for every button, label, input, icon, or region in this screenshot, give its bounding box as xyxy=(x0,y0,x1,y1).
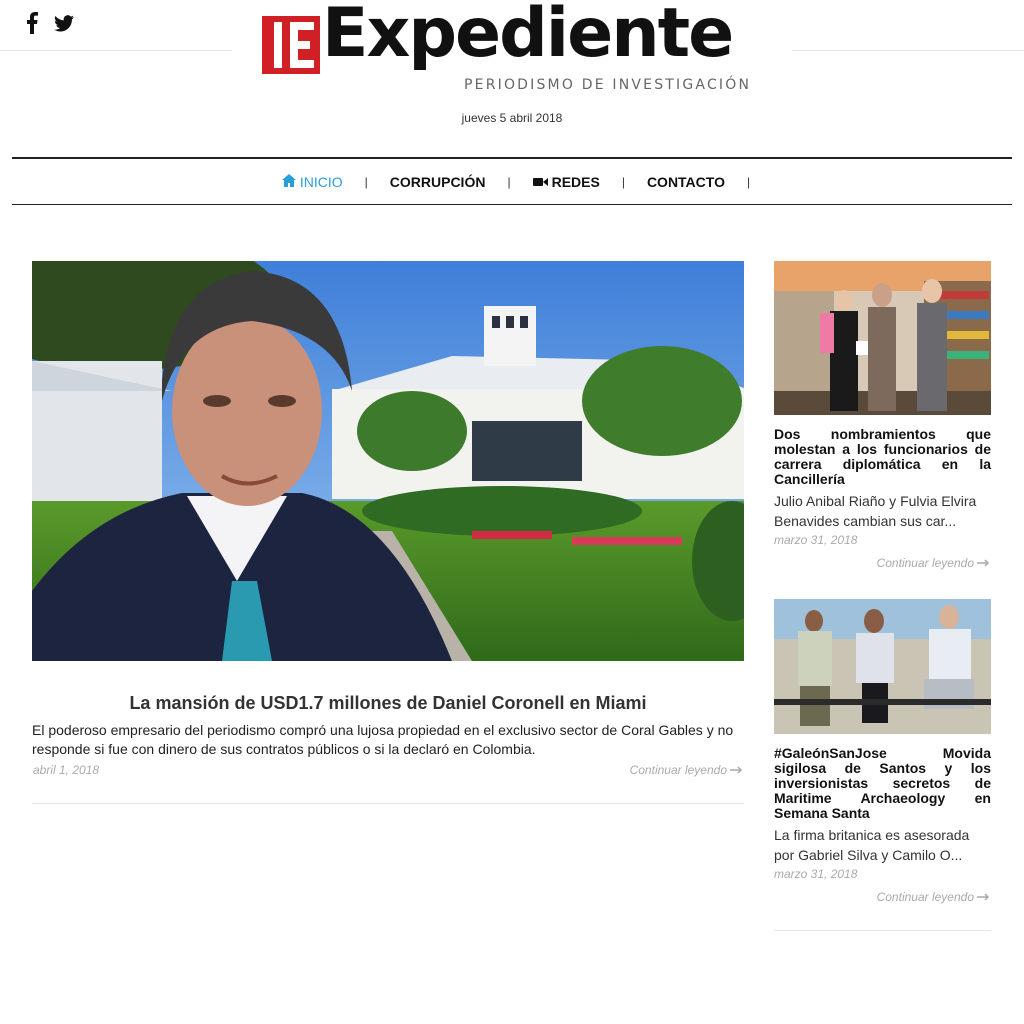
main-article-date: abril 1, 2018 xyxy=(33,763,100,777)
read-more-label: Continuar leyendo xyxy=(876,890,974,904)
sidebar-article-excerpt: La firma britanica es asesorada por Gabr… xyxy=(774,827,970,863)
nav-separator: | xyxy=(746,174,751,189)
nav-item-corrupcion[interactable]: CORRUPCIÓN xyxy=(390,174,486,190)
read-more-label: Continuar leyendo xyxy=(629,763,727,777)
nav-label: REDES xyxy=(551,173,600,190)
sidebar-article-date: marzo 31, 2018 xyxy=(774,533,858,547)
nav-label: CONTACTO xyxy=(646,173,725,190)
nav-separator: | xyxy=(621,174,625,189)
main-article-title[interactable]: La mansión de USD1.7 millones de Daniel … xyxy=(32,693,744,714)
sidebar-article-read-more[interactable]: Continuar leyendo xyxy=(877,890,991,904)
nav-label: INICIO xyxy=(299,173,343,190)
main-article-image[interactable] xyxy=(32,261,744,661)
nav-item-inicio[interactable]: INICIO xyxy=(281,173,343,190)
facebook-icon[interactable] xyxy=(22,12,42,34)
site-logo[interactable]: Expediente PERIODISMO DE INVESTIGACIÓN xyxy=(262,0,766,95)
sidebar-article-title[interactable]: #GaleónSanJose Movida sigilosa de Santos… xyxy=(774,746,991,821)
sidebar-article-date: marzo 31, 2018 xyxy=(774,867,858,881)
video-camera-icon xyxy=(532,174,548,190)
sidebar-article-image[interactable] xyxy=(774,261,991,415)
logo-tagline: PERIODISMO DE INVESTIGACIÓN xyxy=(464,77,752,93)
main-article-read-more[interactable]: Continuar leyendo xyxy=(630,763,744,777)
nav-label: CORRUPCIÓN xyxy=(389,173,486,190)
read-more-label: Continuar leyendo xyxy=(876,556,974,570)
sidebar-article-image[interactable] xyxy=(774,599,991,734)
current-date: jueves 5 abril 2018 xyxy=(461,111,563,125)
header-divider-left xyxy=(0,50,232,51)
main-nav: INICIO | CORRUPCIÓN | REDES | CONTACTO | xyxy=(12,157,1012,205)
main-article-divider xyxy=(32,803,744,804)
arrow-right-icon xyxy=(977,890,991,904)
logo-wordmark: Expediente xyxy=(322,0,734,73)
header-divider-right xyxy=(792,50,1024,51)
sidebar-article-excerpt: Julio Anibal Riaño y Fulvia Elvira Benav… xyxy=(774,493,977,529)
sidebar-article-read-more[interactable]: Continuar leyendo xyxy=(877,556,991,570)
nav-item-redes[interactable]: REDES xyxy=(532,173,600,190)
home-icon xyxy=(281,173,296,190)
sidebar-article-title[interactable]: Dos nombramientos que molestan a los fun… xyxy=(774,427,991,487)
twitter-icon[interactable] xyxy=(54,12,74,34)
nav-item-contacto[interactable]: CONTACTO xyxy=(647,174,725,190)
nav-separator: | xyxy=(507,174,511,189)
main-article-excerpt: El poderoso empresario del periodismo co… xyxy=(32,722,734,757)
arrow-right-icon xyxy=(730,763,744,777)
social-links xyxy=(22,12,74,34)
logo-mark xyxy=(262,16,320,74)
sidebar-divider xyxy=(774,930,991,931)
arrow-right-icon xyxy=(977,556,991,570)
nav-separator: | xyxy=(364,174,368,189)
